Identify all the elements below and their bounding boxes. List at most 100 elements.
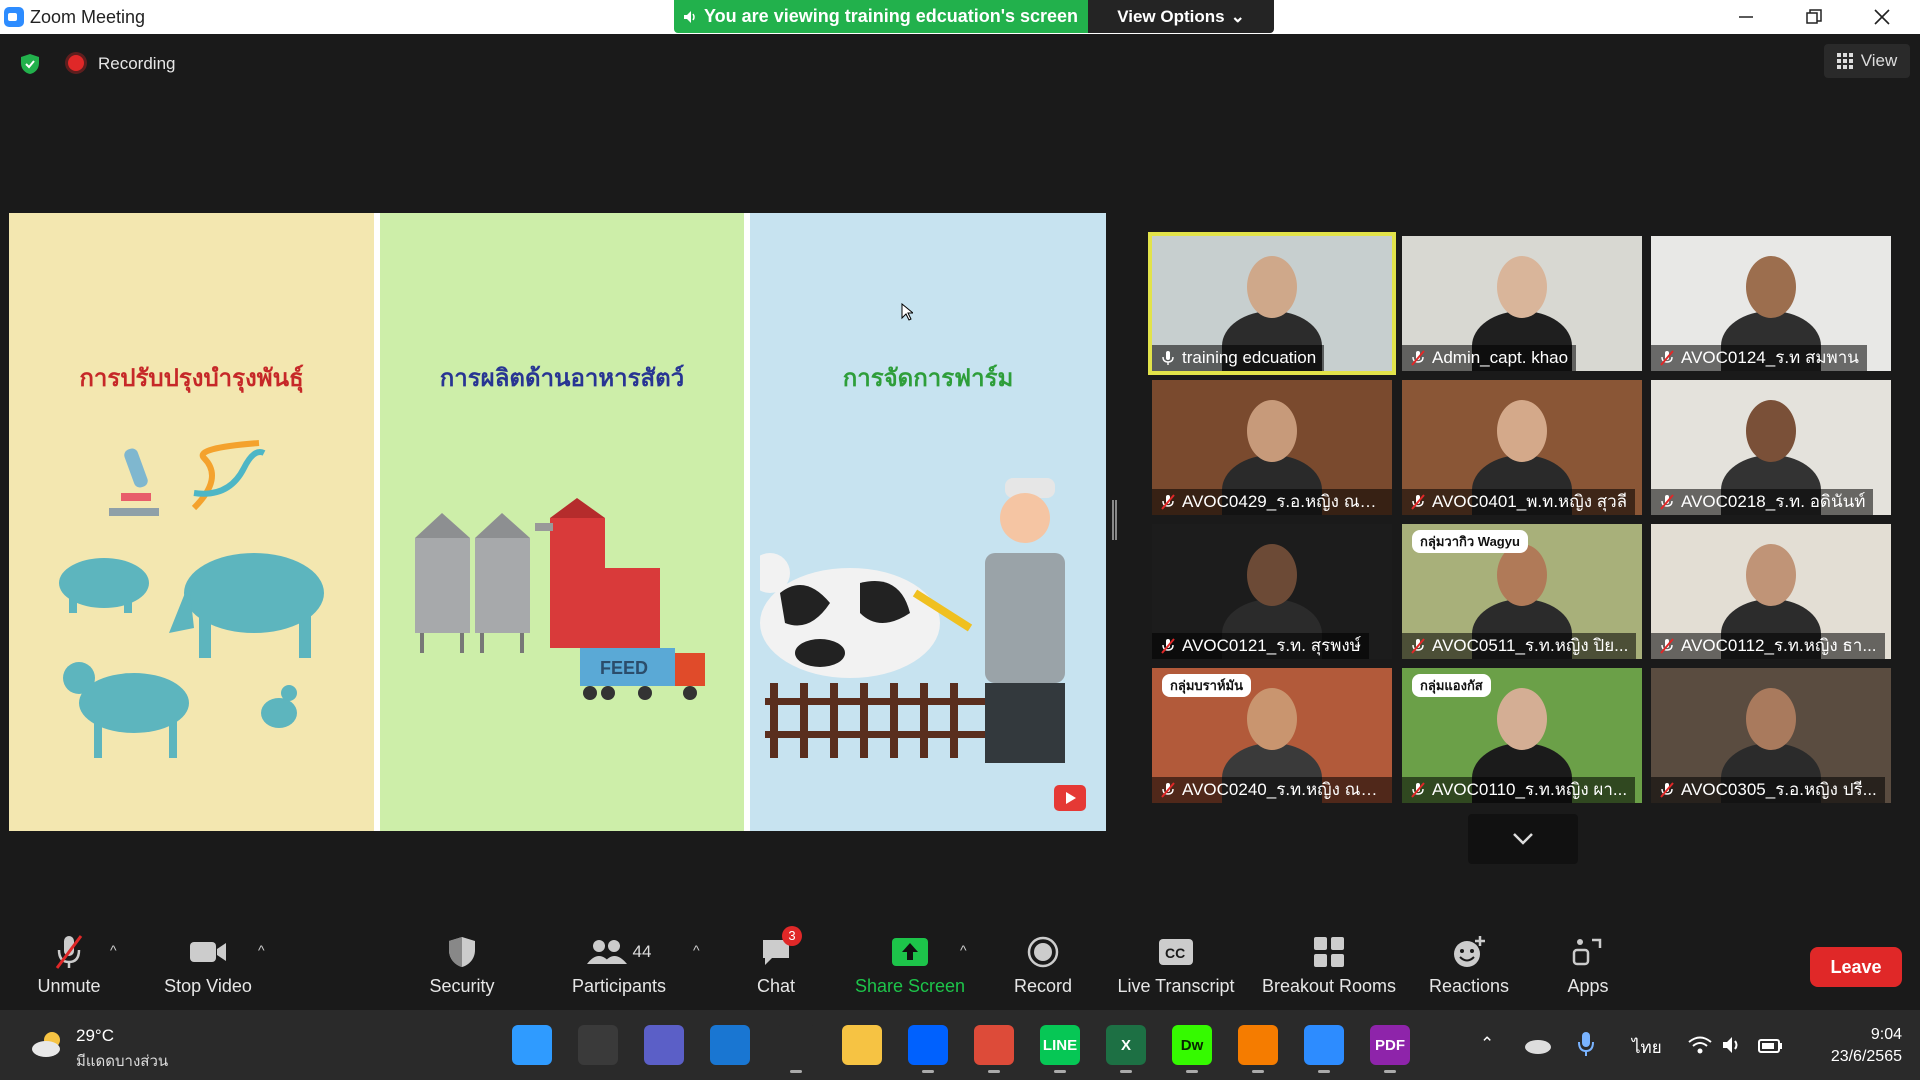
participant-tile[interactable]: training edcuation [1152,236,1392,371]
share-options-caret[interactable]: ^ [960,942,967,958]
partly-cloudy-icon[interactable] [30,1030,66,1058]
chat-button[interactable]: 3 Chat [738,920,814,1010]
gallery-view-button[interactable]: View [1824,44,1910,78]
grid-icon [1837,53,1853,69]
task-view-icon[interactable] [578,1025,618,1065]
security-label: Security [429,976,494,997]
participant-tile[interactable]: AVOC0124_ร.ท สมพาน [1651,236,1891,371]
microphone-icon[interactable] [1578,1031,1594,1057]
apps-label: Apps [1567,976,1608,997]
running-indicator [790,1070,802,1073]
microphone-muted-icon [1659,350,1675,366]
breakout-rooms-label: Breakout Rooms [1262,976,1396,997]
participant-tile[interactable]: AVOC0112_ร.ท.หญิง ธา... [1651,524,1891,659]
dropbox-icon[interactable] [908,1025,948,1065]
microphone-muted-icon [1160,782,1176,798]
volume-icon[interactable] [1722,1035,1744,1055]
participant-video-face [1746,544,1796,606]
view-options-button[interactable]: View Options ⌄ [1088,0,1274,33]
participant-name-text: AVOC0429_ร.อ.หญิง ณป... [1182,492,1384,511]
viewing-banner: You are viewing training edcuation's scr… [674,0,1088,33]
microphone-muted-icon [1659,782,1675,798]
live-transcript-button[interactable]: CC Live Transcript [1112,920,1240,1010]
participant-name-text: Admin_capt. khao [1432,348,1568,367]
participant-tile[interactable]: กลุ่มแองกัสAVOC0110_ร.ท.หญิง ผา... [1402,668,1642,803]
chrome-icon[interactable] [974,1025,1014,1065]
mouse-cursor-icon [901,303,913,321]
wifi-icon[interactable] [1688,1035,1712,1055]
restore-button[interactable] [1784,0,1844,34]
running-indicator [922,1070,934,1073]
participant-video-face [1497,256,1547,318]
participant-video-face [1497,400,1547,462]
panel-resize-handle[interactable] [1112,500,1117,540]
feed-label: FEED [600,658,648,678]
app-s-icon[interactable] [776,1025,816,1065]
mail-icon[interactable] [710,1025,750,1065]
participants-label: Participants [572,976,666,997]
record-button[interactable]: Record [1008,920,1078,1010]
participant-tile[interactable]: AVOC0218_ร.ท. อดินันท์ [1651,380,1891,515]
participant-tile[interactable]: AVOC0121_ร.ท. สุรพงษ์ [1152,524,1392,659]
gallery-next-page-button[interactable] [1468,814,1578,864]
participant-name-text: AVOC0112_ร.ท.หญิง ธา... [1681,636,1877,655]
onedrive-cloud-icon[interactable] [1524,1036,1552,1054]
panel-title-breeding: การปรับปรุงบำรุงพันธุ์ [9,358,374,397]
unmute-button[interactable]: Unmute [28,920,110,1010]
participants-button[interactable]: 44 Participants [566,920,672,1010]
viewing-text: You are viewing training edcuation's scr… [704,6,1078,27]
participant-name-text: AVOC0121_ร.ท. สุรพงษ์ [1182,636,1361,655]
apps-button[interactable]: Apps [1556,920,1620,1010]
microphone-muted-icon [1659,494,1675,510]
farmer-cow-illustration [760,473,1100,773]
reactions-button[interactable]: Reactions [1424,920,1514,1010]
teams-chat-icon[interactable] [644,1025,684,1065]
participant-tile[interactable]: กลุ่มบราห์มันAVOC0240_ร.ท.หญิง ณก... [1152,668,1392,803]
recording-label[interactable]: Recording [98,54,176,74]
audio-options-caret[interactable]: ^ [110,942,117,958]
participants-options-caret[interactable]: ^ [693,942,700,958]
security-button[interactable]: Security [422,920,502,1010]
show-hidden-icons-chevron-icon[interactable]: ⌃ [1480,1034,1494,1054]
input-language[interactable]: ไทย [1632,1034,1662,1061]
taskbar-app-label: LINE [1043,1037,1077,1054]
file-explorer-icon[interactable] [842,1025,882,1065]
participant-tile[interactable]: AVOC0305_ร.อ.หญิง ปรี... [1651,668,1891,803]
running-indicator [988,1070,1000,1073]
battery-icon[interactable] [1758,1035,1784,1055]
running-indicator [1186,1070,1198,1073]
participant-name-text: AVOC0110_ร.ท.หญิง ผา... [1432,780,1627,799]
close-button[interactable] [1852,0,1912,34]
start-icon[interactable] [512,1025,552,1065]
participant-name: AVOC0110_ร.ท.หญิง ผา... [1402,777,1635,803]
stop-video-button[interactable]: Stop Video [158,920,258,1010]
minimize-button[interactable] [1716,0,1776,34]
minimize-icon [1738,9,1754,25]
weather-temperature[interactable]: 29°C [76,1026,114,1046]
encryption-shield-icon[interactable] [20,53,40,75]
breakout-rooms-button[interactable]: Breakout Rooms [1260,920,1398,1010]
video-options-caret[interactable]: ^ [258,942,265,958]
participant-tile[interactable]: AVOC0401_พ.ท.หญิง สุวลี [1402,380,1642,515]
system-clock[interactable]: 9:04 23/6/2565 [1831,1024,1902,1068]
leave-button[interactable]: Leave [1810,947,1902,987]
zoom-app-icon [4,7,24,27]
zoom-icon[interactable] [1304,1025,1344,1065]
participant-tile[interactable]: Admin_capt. khao [1402,236,1642,371]
excel-icon[interactable]: X [1106,1025,1146,1065]
participant-name: AVOC0401_พ.ท.หญิง สุวลี [1402,489,1635,515]
shared-screen[interactable]: การปรับปรุงบำรุงพันธุ์ การผลิตด้านอาหารส… [9,213,1106,831]
participant-tile[interactable]: AVOC0429_ร.อ.หญิง ณป... [1152,380,1392,515]
share-screen-button[interactable]: Share Screen [852,920,968,1010]
media-player-icon[interactable] [1238,1025,1278,1065]
participant-name: Admin_capt. khao [1402,345,1576,371]
line-icon[interactable]: LINE [1040,1025,1080,1065]
weather-description[interactable]: มีแดดบางส่วน [76,1049,168,1073]
video-camera-icon [188,932,228,972]
taskbar-app-label: X [1121,1037,1131,1054]
pdf-icon[interactable]: PDF [1370,1025,1410,1065]
participant-tile[interactable]: กลุ่มวากิว WagyuAVOC0511_ร.ท.หญิง ปิย... [1402,524,1642,659]
record-icon [1023,932,1063,972]
microphone-muted-icon [49,932,89,972]
dreamweaver-icon[interactable]: Dw [1172,1025,1212,1065]
